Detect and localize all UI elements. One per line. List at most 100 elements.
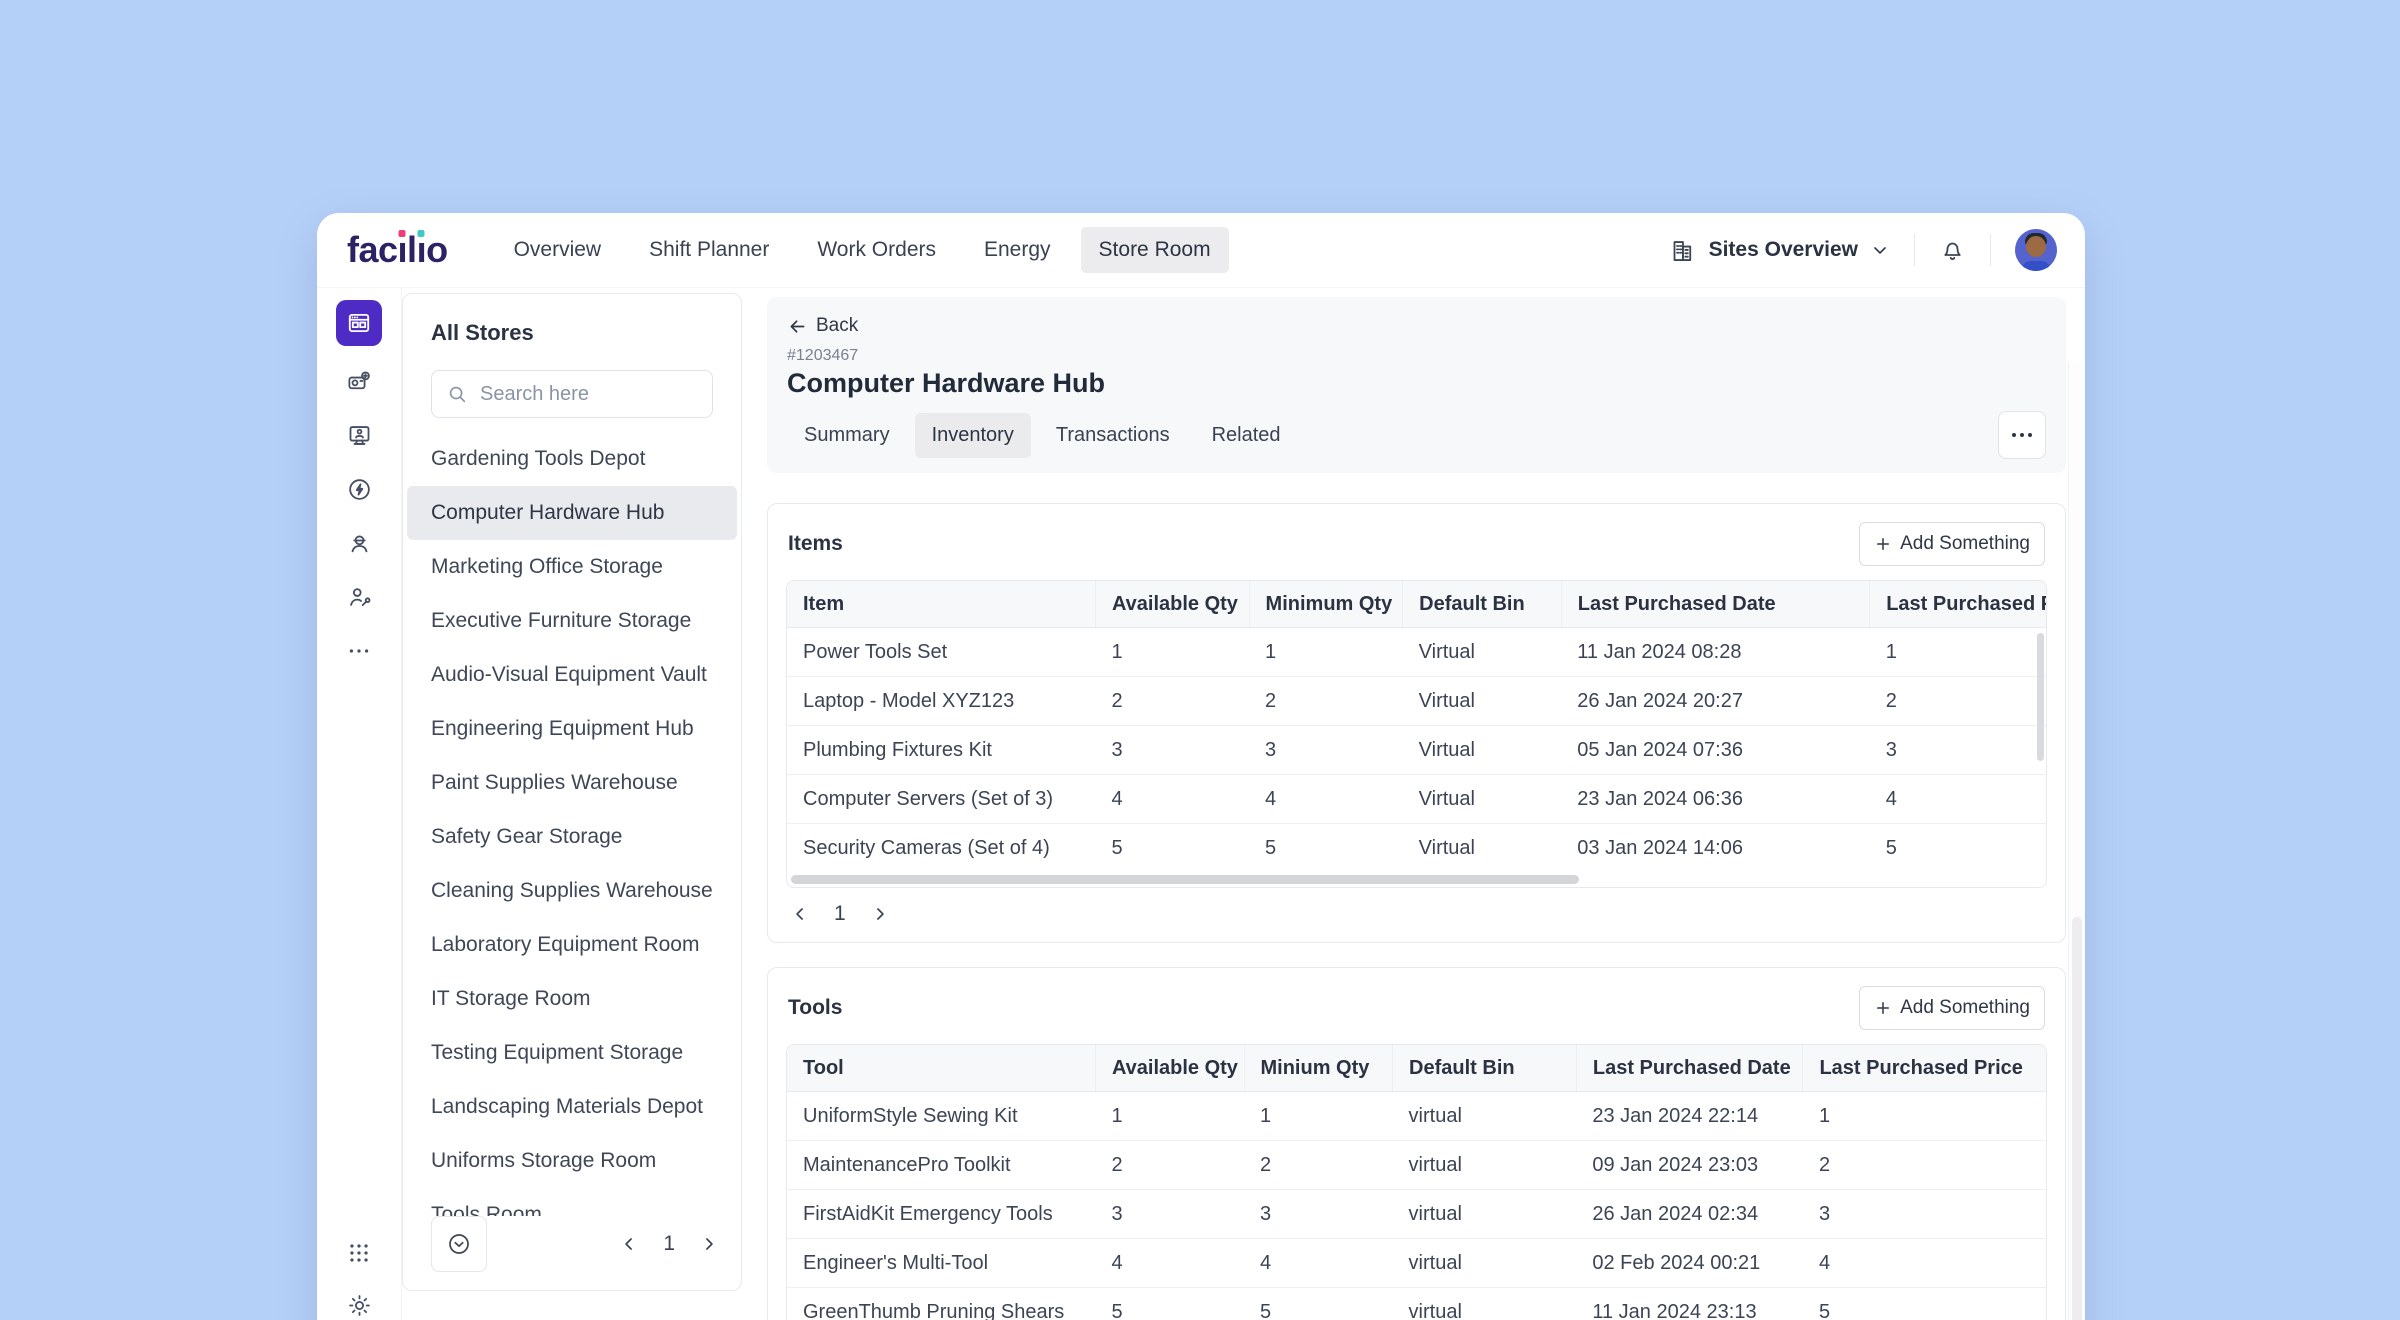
user-avatar[interactable]	[2015, 229, 2057, 271]
plus-icon	[1874, 999, 1892, 1017]
items-add-label: Add Something	[1900, 533, 2030, 555]
rail-item-workforce[interactable]	[346, 516, 373, 570]
items-vertical-scrollbar[interactable]	[2037, 633, 2044, 761]
tools-table-row[interactable]: Engineer's Multi-Tool 4 4 virtual 02 Feb…	[787, 1239, 2046, 1288]
brand-logo[interactable]: facılıo	[347, 229, 448, 271]
window-scrollbar-thumb[interactable]	[2072, 917, 2082, 1320]
prev-page-button[interactable]	[619, 1234, 639, 1254]
tools-table-row[interactable]: MaintenancePro Toolkit 2 2 virtual 09 Ja…	[787, 1141, 2046, 1190]
nav-item-shift-planner[interactable]: Shift Planner	[631, 227, 787, 273]
tools-table-row[interactable]: FirstAidKit Emergency Tools 3 3 virtual …	[787, 1190, 2046, 1239]
cell: 5	[1249, 824, 1403, 873]
more-actions-button[interactable]	[1998, 411, 2046, 459]
tools-table-row[interactable]: GreenThumb Pruning Shears 5 5 virtual 11…	[787, 1288, 2046, 1320]
items-header-row: Item Available Qty Minimum Qty Default B…	[787, 581, 2046, 628]
items-horizontal-scrollbar	[787, 872, 2046, 887]
cell: Power Tools Set	[787, 628, 1095, 677]
store-search[interactable]	[431, 370, 713, 418]
store-list-item[interactable]: Engineering Equipment Hub	[407, 702, 737, 756]
next-page-button[interactable]	[699, 1234, 719, 1254]
store-list-item[interactable]: Testing Equipment Storage	[407, 1026, 737, 1080]
items-table-row[interactable]: Laptop - Model XYZ123 2 2 Virtual 26 Jan…	[787, 677, 2046, 726]
store-list-item[interactable]: Safety Gear Storage	[407, 810, 737, 864]
tab-summary[interactable]: Summary	[787, 413, 907, 458]
nav-item-energy[interactable]: Energy	[966, 227, 1069, 273]
page-number[interactable]: 1	[663, 1232, 675, 1256]
nav-item-work-orders[interactable]: Work Orders	[799, 227, 954, 273]
tools-add-button[interactable]: Add Something	[1859, 986, 2045, 1030]
nav-item-store-room[interactable]: Store Room	[1081, 227, 1229, 273]
cell: Virtual	[1403, 726, 1562, 775]
record-title: Computer Hardware Hub	[787, 368, 2046, 399]
col-available-qty: Available Qty	[1095, 581, 1249, 628]
tools-card-head: Tools Add Something	[786, 982, 2047, 1030]
items-hscroll-thumb[interactable]	[791, 875, 1579, 884]
cell: 23 Jan 2024 06:36	[1561, 775, 1869, 824]
items-table-row[interactable]: Power Tools Set 1 1 Virtual 11 Jan 2024 …	[787, 628, 2046, 677]
col-tool: Tool	[787, 1045, 1095, 1092]
items-table-row[interactable]: Plumbing Fixtures Kit 3 3 Virtual 05 Jan…	[787, 726, 2046, 775]
tab-inventory[interactable]: Inventory	[915, 413, 1031, 458]
notifications-button[interactable]	[1939, 237, 1966, 264]
site-selector-label: Sites Overview	[1709, 238, 1858, 262]
back-button[interactable]: Back	[787, 315, 858, 337]
store-list-item[interactable]: Gardening Tools Depot	[407, 432, 737, 486]
rail-item-procurement[interactable]	[346, 354, 373, 408]
search-icon	[446, 383, 468, 405]
store-list-item[interactable]: Laboratory Equipment Room	[407, 918, 737, 972]
apps-grid-button[interactable]	[346, 1240, 372, 1266]
cell: 1	[1870, 628, 2046, 677]
tools-card: Tools Add Something Tool Av	[767, 967, 2066, 1320]
store-list-item[interactable]: IT Storage Room	[407, 972, 737, 1026]
items-table: Item Available Qty Minimum Qty Default B…	[786, 580, 2047, 888]
cell: 02 Feb 2024 00:21	[1576, 1239, 1803, 1288]
items-prev-page-button[interactable]	[790, 904, 810, 924]
store-list-item[interactable]: Executive Furniture Storage	[407, 594, 737, 648]
col-last-purchased-price: Last Purchased Price	[1803, 1045, 2046, 1092]
store-list-item[interactable]: Landscaping Materials Depot	[407, 1080, 737, 1134]
store-list-item[interactable]: Paint Supplies Warehouse	[407, 756, 737, 810]
store-search-input[interactable]	[478, 382, 747, 407]
cell: 09 Jan 2024 23:03	[1576, 1141, 1803, 1190]
cell: 4	[1870, 775, 2046, 824]
cell: virtual	[1393, 1190, 1577, 1239]
rail-item-workspace[interactable]	[346, 408, 373, 462]
cell: virtual	[1393, 1288, 1577, 1320]
nav-item-overview[interactable]: Overview	[496, 227, 620, 273]
tools-table-row[interactable]: UniformStyle Sewing Kit 1 1 virtual 23 J…	[787, 1092, 2046, 1141]
collapse-panel-button[interactable]	[431, 1216, 487, 1272]
cell: 1	[1803, 1092, 2046, 1141]
rail-item-more[interactable]	[346, 624, 372, 678]
items-next-page-button[interactable]	[870, 904, 890, 924]
cell: 26 Jan 2024 02:34	[1576, 1190, 1803, 1239]
tab-transactions[interactable]: Transactions	[1039, 413, 1187, 458]
cell: Engineer's Multi-Tool	[787, 1239, 1095, 1288]
store-list: Gardening Tools Depot Computer Hardware …	[403, 432, 741, 1216]
cell: 5	[1095, 824, 1249, 873]
rail-item-dashboard[interactable]	[336, 300, 382, 354]
rail-item-technician[interactable]	[346, 570, 373, 624]
col-minimum-qty: Minimum Qty	[1249, 581, 1403, 628]
cell: 26 Jan 2024 20:27	[1561, 677, 1869, 726]
cell: 23 Jan 2024 22:14	[1576, 1092, 1803, 1141]
tools-table: Tool Available Qty Minium Qty Default Bi…	[786, 1044, 2047, 1320]
items-table-row[interactable]: Security Cameras (Set of 4) 5 5 Virtual …	[787, 824, 2046, 873]
store-list-item[interactable]: Tools Room	[407, 1188, 737, 1216]
store-list-item[interactable]: Marketing Office Storage	[407, 540, 737, 594]
cell: Virtual	[1403, 824, 1562, 873]
cell: 4	[1095, 1239, 1244, 1288]
store-list-item[interactable]: Audio-Visual Equipment Vault	[407, 648, 737, 702]
items-add-button[interactable]: Add Something	[1859, 522, 2045, 566]
cell: 2	[1249, 677, 1403, 726]
rail-item-energy[interactable]	[346, 462, 373, 516]
items-page-number[interactable]: 1	[834, 902, 846, 926]
site-selector[interactable]: Sites Overview	[1670, 237, 1890, 264]
tab-related[interactable]: Related	[1195, 413, 1298, 458]
settings-button[interactable]	[346, 1292, 373, 1319]
items-pagination-row: 1	[786, 902, 2047, 926]
store-list-item-selected[interactable]: Computer Hardware Hub	[407, 486, 737, 540]
store-list-item[interactable]: Uniforms Storage Room	[407, 1134, 737, 1188]
store-list-item[interactable]: Cleaning Supplies Warehouse	[407, 864, 737, 918]
window-scrollbar	[2068, 362, 2085, 1320]
items-table-row[interactable]: Computer Servers (Set of 3) 4 4 Virtual …	[787, 775, 2046, 824]
